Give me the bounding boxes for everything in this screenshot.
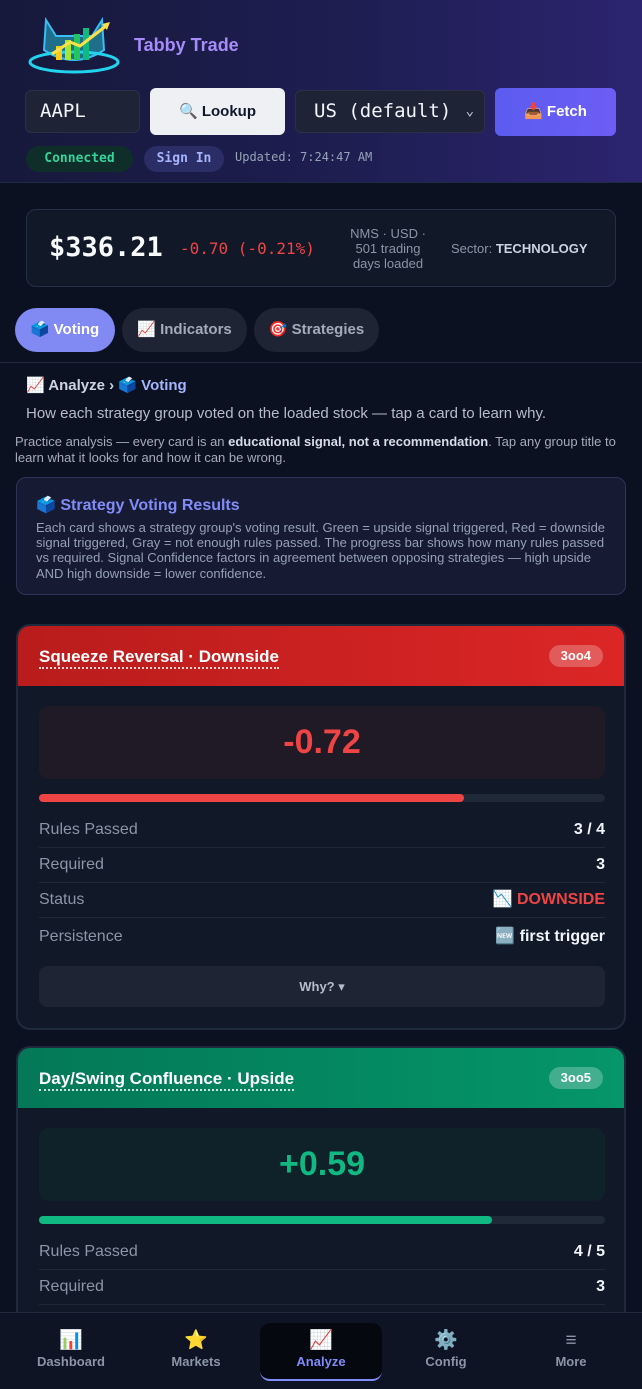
page-intro: How each strategy group voted on the loa…: [26, 405, 547, 422]
row-label: Rules Passed: [39, 1243, 138, 1260]
disclaimer-emphasis: educational signal, not a recommendation: [228, 434, 489, 449]
info-card-title: 🗳️ Strategy Voting Results: [36, 497, 240, 514]
rules-progress-fill: [39, 794, 464, 802]
row-value: 4 / 5: [573, 1243, 605, 1260]
connection-status-badge: Connected: [26, 146, 133, 172]
status-value: 📉 DOWNSIDE: [492, 891, 605, 908]
row-label: Rules Passed: [39, 821, 138, 838]
rules-passed-row: Rules Passed 4 / 5: [39, 1234, 605, 1270]
strategy-score: -0.72: [39, 706, 605, 779]
vote-threshold-badge: 3oo4: [548, 645, 603, 667]
nav-label: Config: [425, 1354, 467, 1369]
nav-markets[interactable]: ⭐ Markets: [135, 1323, 257, 1381]
row-value: 🆕 first trigger: [495, 928, 605, 945]
row-label: Persistence: [39, 928, 123, 945]
nav-label: Dashboard: [37, 1354, 105, 1369]
strategy-card-title[interactable]: Squeeze Reversal · Downside: [39, 647, 279, 669]
gear-icon: ⚙️: [434, 1330, 458, 1351]
menu-icon: ≡: [565, 1330, 577, 1351]
nav-config[interactable]: ⚙️ Config: [385, 1323, 507, 1381]
quote-meta-line: NMS · USD ·: [350, 226, 426, 241]
row-value: 3: [596, 1278, 605, 1295]
current-price: $336.21: [49, 232, 163, 263]
sector-info: Sector: TECHNOLOGY: [451, 241, 588, 256]
disclaimer-text: Practice analysis — every card is an: [15, 434, 229, 449]
quote-summary-card: $336.21 -0.70 (-0.21%) NMS · USD · 501 t…: [26, 209, 616, 287]
row-label: Required: [39, 1278, 104, 1295]
nav-dashboard[interactable]: 📊 Dashboard: [10, 1323, 132, 1381]
tabby-cat-chart-logo-icon: [28, 16, 120, 74]
price-change: -0.70 (-0.21%): [180, 239, 315, 258]
sign-in-button[interactable]: Sign In: [144, 146, 224, 172]
quote-meta-line: 501 trading: [355, 241, 421, 256]
vote-threshold-badge: 3oo5: [548, 1067, 603, 1089]
last-updated-text: Updated: 7:24:47 AM: [235, 150, 373, 164]
strategy-card-title[interactable]: Day/Swing Confluence · Upside: [39, 1069, 295, 1091]
app-header: Tabby Trade AAPL 🔍 Lookup US (default) ⌄…: [0, 0, 642, 183]
tabs-divider: [0, 362, 642, 363]
bar-chart-icon: 📊: [59, 1330, 83, 1351]
status-row: Status 📉 DOWNSIDE: [39, 882, 605, 918]
fetch-button[interactable]: 📥 Fetch: [495, 88, 616, 136]
strategy-card-downside[interactable]: Squeeze Reversal · Downside 3oo4 -0.72 R…: [16, 624, 626, 1030]
rules-progress-bar: [39, 1216, 605, 1224]
persistence-row: Persistence 🆕 first trigger: [39, 919, 605, 955]
rules-progress-bar: [39, 794, 605, 802]
trending-chart-icon: 📈: [309, 1330, 333, 1351]
tab-indicators[interactable]: 📈 Indicators: [122, 308, 247, 352]
strategy-card-header: Day/Swing Confluence · Upside 3oo5: [18, 1048, 624, 1108]
bottom-navigation: 📊 Dashboard ⭐ Markets 📈 Analyze ⚙️ Confi…: [0, 1312, 642, 1389]
row-label: Required: [39, 856, 104, 873]
tab-strategies[interactable]: 🎯 Strategies: [254, 308, 379, 352]
nav-label: Analyze: [296, 1354, 346, 1369]
nav-analyze[interactable]: 📈 Analyze: [260, 1323, 382, 1381]
why-toggle-button[interactable]: Why? ▾: [39, 966, 605, 1007]
rules-passed-row: Rules Passed 3 / 4: [39, 812, 605, 848]
practice-disclaimer: Practice analysis — every card is an edu…: [15, 434, 627, 465]
sector-label: Sector:: [451, 241, 493, 256]
ticker-input[interactable]: AAPL: [25, 90, 140, 133]
quote-meta-line: days loaded: [352, 256, 424, 271]
breadcrumb-parent[interactable]: 📈 Analyze: [26, 377, 105, 394]
brand-name: Tabby Trade: [134, 35, 239, 55]
row-value: 3 / 4: [573, 821, 605, 838]
tab-voting[interactable]: 🗳️ Voting: [15, 308, 115, 352]
lookup-button[interactable]: 🔍 Lookup: [150, 88, 285, 135]
strategy-score: +0.59: [39, 1128, 605, 1201]
sector-value: TECHNOLOGY: [495, 241, 588, 256]
nav-label: More: [555, 1354, 587, 1369]
rules-progress-fill: [39, 1216, 492, 1224]
chevron-down-icon: ⌄: [465, 103, 474, 119]
info-card-body: Each card shows a strategy group's votin…: [36, 520, 606, 581]
voting-info-card: 🗳️ Strategy Voting Results Each card sho…: [16, 477, 626, 595]
row-label: Status: [39, 891, 85, 908]
market-select-value: US (default): [314, 100, 452, 122]
star-icon: ⭐: [184, 1330, 208, 1351]
row-value: 3: [596, 856, 605, 873]
breadcrumb: 📈 Analyze › 🗳️ Voting: [26, 376, 187, 394]
nav-more[interactable]: ≡ More: [510, 1323, 632, 1381]
required-row: Required 3: [39, 847, 605, 883]
quote-meta: NMS · USD · 501 trading days loaded: [345, 226, 431, 271]
breadcrumb-separator: ›: [109, 377, 115, 394]
market-select[interactable]: US (default) ⌄: [295, 90, 485, 133]
breadcrumb-current: 🗳️ Voting: [118, 377, 187, 394]
required-row: Required 3: [39, 1269, 605, 1305]
nav-label: Markets: [171, 1354, 221, 1369]
strategy-card-header: Squeeze Reversal · Downside 3oo4: [18, 626, 624, 686]
